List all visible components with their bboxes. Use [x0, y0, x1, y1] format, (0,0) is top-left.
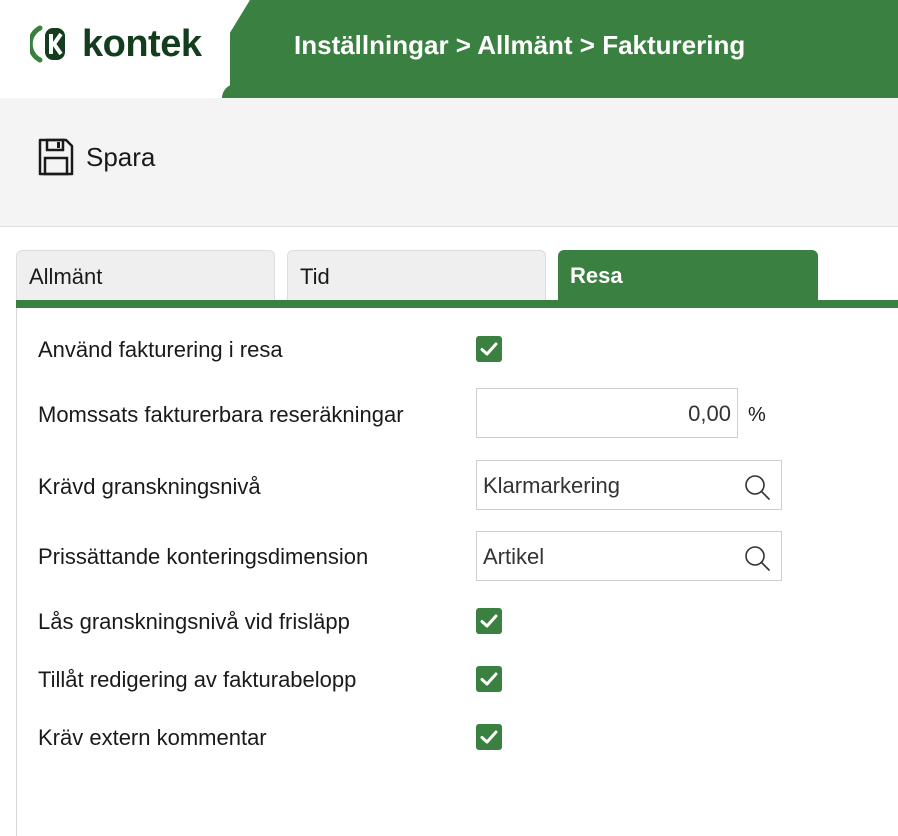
kontek-logo-icon	[30, 25, 65, 63]
save-button[interactable]: Spara	[38, 138, 155, 176]
checkmark-icon	[480, 730, 498, 744]
vat-rate-value: 0,00	[688, 401, 731, 426]
logo-area-corner	[222, 84, 252, 98]
require-external-comment-label: Kräv extern kommentar	[38, 725, 267, 750]
require-external-comment-checkbox[interactable]	[476, 724, 502, 750]
review-level-field[interactable]: Klarmarkering	[476, 460, 782, 510]
checkmark-icon	[480, 342, 498, 356]
allow-edit-amount-checkbox[interactable]	[476, 666, 502, 692]
toolbar: Spara	[0, 98, 898, 227]
tab-resa[interactable]: Resa	[558, 250, 818, 300]
use-billing-label: Använd fakturering i resa	[38, 337, 283, 362]
vat-rate-label: Momssats fakturerbara reseräkningar	[38, 402, 404, 427]
logo-text: kontek	[82, 22, 202, 65]
allow-edit-amount-label: Tillåt redigering av fakturabelopp	[38, 667, 357, 692]
review-level-label: Krävd granskningsnivå	[38, 474, 261, 499]
tab-underline	[16, 300, 898, 308]
use-billing-checkbox[interactable]	[476, 336, 502, 362]
pricing-dimension-field[interactable]: Artikel	[476, 531, 782, 581]
vat-rate-unit: %	[748, 404, 766, 426]
kontek-logo[interactable]: kontek	[30, 22, 202, 66]
tab-tid[interactable]: Tid	[287, 250, 546, 300]
app-header: kontek Inställningar > Allmänt > Fakture…	[0, 0, 898, 98]
tab-allmant[interactable]: Allmänt	[16, 250, 275, 300]
vat-rate-input[interactable]: 0,00	[476, 388, 738, 438]
checkmark-icon	[480, 672, 498, 686]
lock-review-level-checkbox[interactable]	[476, 608, 502, 634]
review-level-value: Klarmarkering	[483, 473, 620, 498]
pricing-dimension-value: Artikel	[483, 544, 545, 569]
lock-review-level-label: Lås granskningsnivå vid frisläpp	[38, 609, 350, 634]
breadcrumb: Inställningar > Allmänt > Fakturering	[294, 30, 746, 60]
floppy-disk-icon	[38, 138, 74, 176]
search-icon[interactable]	[743, 473, 771, 501]
checkmark-icon	[480, 614, 498, 628]
pricing-dimension-label: Prissättande konteringsdimension	[38, 544, 369, 569]
search-icon[interactable]	[743, 544, 771, 572]
save-label: Spara	[86, 141, 156, 172]
